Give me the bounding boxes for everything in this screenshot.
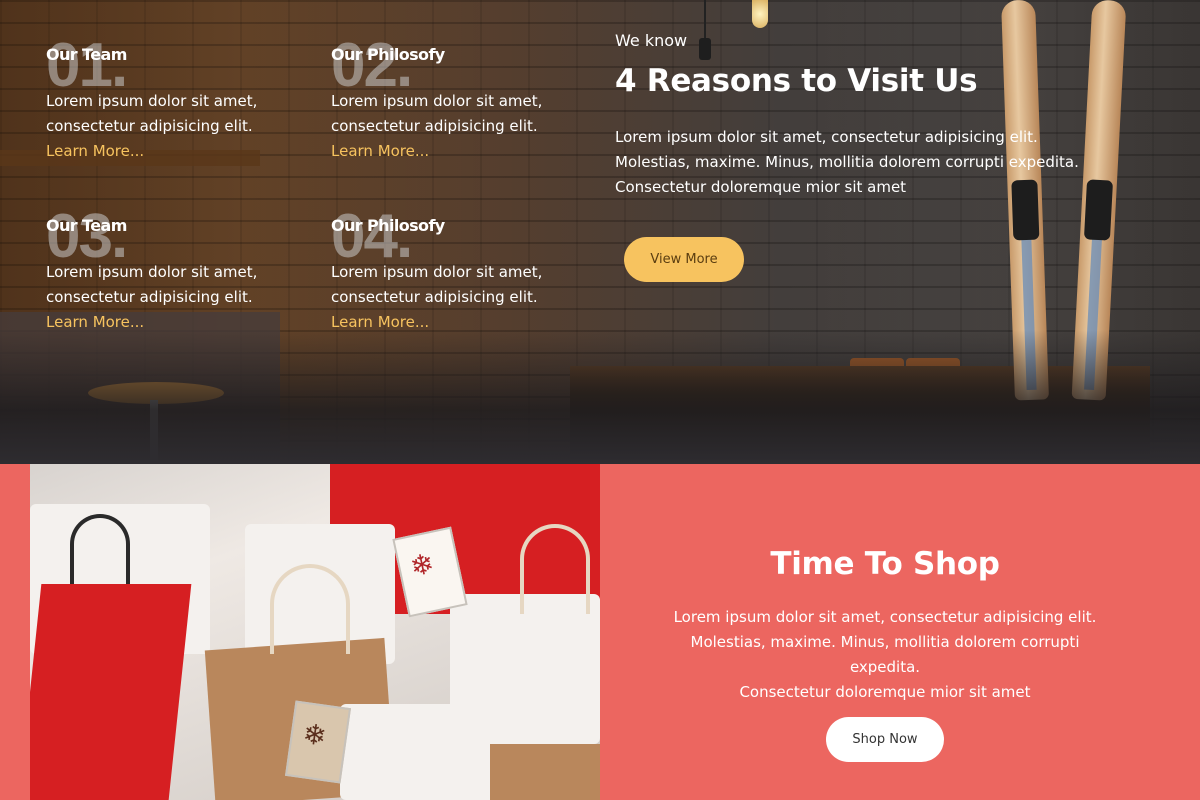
feature-description-line: consectetur adipisicing elit. xyxy=(46,288,253,306)
feature-description-line: Lorem ipsum dolor sit amet, xyxy=(46,263,258,281)
shop-body-line: Consectetur doloremque mior sit amet xyxy=(739,683,1031,701)
shop-title: Time To Shop xyxy=(770,546,1000,582)
feature-title: Our Team xyxy=(46,45,127,64)
shop-content: Time To Shop Lorem ipsum dolor sit amet,… xyxy=(600,464,1170,800)
feature-description-line: Lorem ipsum dolor sit amet, xyxy=(331,263,543,281)
gift-tag: ❄ xyxy=(284,700,352,784)
reasons-section: 01. Our Team Lorem ipsum dolor sit amet,… xyxy=(0,0,1200,464)
learn-more-link[interactable]: Learn More... xyxy=(331,310,571,335)
reasons-intro: We know 4 Reasons to Visit Us Lorem ipsu… xyxy=(615,31,1135,282)
learn-more-link[interactable]: Learn More... xyxy=(46,310,286,335)
feature-description-line: consectetur adipisicing elit. xyxy=(46,117,253,135)
feature-card-01: 01. Our Team Lorem ipsum dolor sit amet,… xyxy=(46,35,286,164)
shop-body-line: Molestias, maxime. Minus, mollitia dolor… xyxy=(690,633,1080,676)
shop-now-button[interactable]: Shop Now xyxy=(826,717,944,762)
kraft-bag-shape xyxy=(490,744,600,800)
section-eyebrow: We know xyxy=(615,31,688,50)
snowflake-icon: ❄ xyxy=(407,547,437,583)
feature-description-line: Lorem ipsum dolor sit amet, xyxy=(46,92,258,110)
feature-title: Our Philosofy xyxy=(331,45,445,64)
learn-more-link[interactable]: Learn More... xyxy=(331,139,571,164)
feature-card-03: 03. Our Team Lorem ipsum dolor sit amet,… xyxy=(46,206,286,335)
feature-description: Lorem ipsum dolor sit amet, consectetur … xyxy=(46,89,286,139)
feature-description-line: consectetur adipisicing elit. xyxy=(331,117,538,135)
bag-handle xyxy=(520,524,590,614)
feature-description: Lorem ipsum dolor sit amet, consectetur … xyxy=(331,89,571,139)
feature-title: Our Philosofy xyxy=(331,216,445,235)
section-headline: 4 Reasons to Visit Us xyxy=(615,63,978,99)
feature-card-04: 04. Our Philosofy Lorem ipsum dolor sit … xyxy=(331,206,571,335)
bag-handle xyxy=(270,564,350,654)
feature-description: Lorem ipsum dolor sit amet, consectetur … xyxy=(46,260,286,310)
view-more-button[interactable]: View More xyxy=(624,237,744,282)
shop-body-text: Lorem ipsum dolor sit amet, consectetur … xyxy=(655,605,1115,705)
learn-more-link[interactable]: Learn More... xyxy=(46,139,286,164)
section-body-text: Lorem ipsum dolor sit amet, consectetur … xyxy=(615,128,1079,196)
feature-description-line: Lorem ipsum dolor sit amet, xyxy=(331,92,543,110)
background-shade xyxy=(0,330,1200,464)
white-paper-shape xyxy=(340,704,500,800)
shop-body-line: Lorem ipsum dolor sit amet, consectetur … xyxy=(673,608,1097,626)
ceiling-lamp-icon xyxy=(752,0,768,28)
snowflake-icon: ❄ xyxy=(300,717,329,752)
feature-card-02: 02. Our Philosofy Lorem ipsum dolor sit … xyxy=(331,35,571,164)
shop-section: ❄ ❄ Time To Shop Lorem ipsum dolor sit a… xyxy=(0,464,1200,800)
feature-description-line: consectetur adipisicing elit. xyxy=(331,288,538,306)
feature-title: Our Team xyxy=(46,216,127,235)
feature-description: Lorem ipsum dolor sit amet, consectetur … xyxy=(331,260,571,310)
red-bag-shape xyxy=(30,584,192,800)
bag-handle xyxy=(70,514,130,584)
shopping-bags-image: ❄ ❄ xyxy=(30,464,600,800)
